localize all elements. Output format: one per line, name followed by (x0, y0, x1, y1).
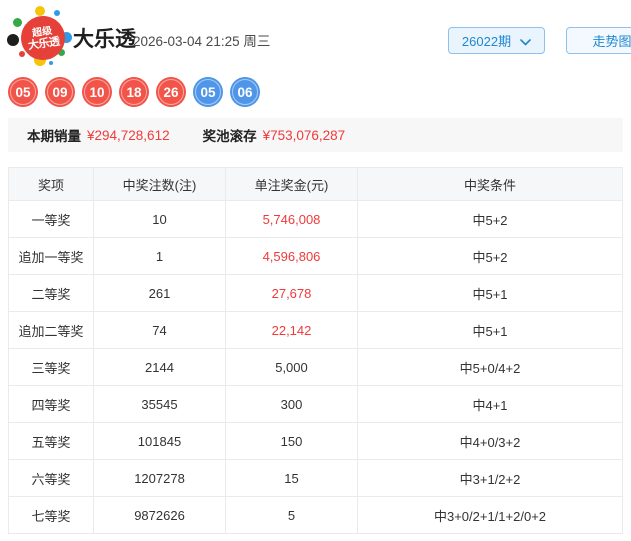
prize-name-cell: 一等奖 (8, 200, 94, 238)
prize-name-cell: 追加一等奖 (8, 237, 94, 275)
prize-amount-cell: 22,142 (225, 311, 358, 349)
lottery-result-page: 超级 大乐透 大乐透 2026-03-04 21:25 周三 26022期 走势… (0, 0, 631, 541)
prize-name-cell: 六等奖 (8, 459, 94, 497)
prize-count-cell: 10 (93, 200, 226, 238)
lottery-ball: 05 (193, 77, 223, 107)
prize-count-cell: 74 (93, 311, 226, 349)
logo-dot (49, 61, 53, 65)
prize-count-cell: 101845 (93, 422, 226, 460)
prize-name-cell: 追加二等奖 (8, 311, 94, 349)
prize-amount-cell: 5,000 (225, 348, 358, 386)
sales-value: ¥294,728,612 (87, 127, 170, 143)
prize-condition-cell: 中3+1/2+2 (357, 459, 623, 497)
prize-table: 奖项 中奖注数(注) 单注奖金(元) 中奖条件 一等奖 10 5,746,008… (8, 167, 623, 534)
logo-dot (35, 6, 45, 16)
prize-table-row: 六等奖 1207278 15 中3+1/2+2 (8, 459, 623, 497)
prize-count-cell: 1 (93, 237, 226, 275)
prize-amount-cell: 5,746,008 (225, 200, 358, 238)
sales-label: 本期销量 (27, 129, 81, 144)
prize-count-cell: 1207278 (93, 459, 226, 497)
logo-dot (19, 51, 25, 57)
prize-amount-cell: 150 (225, 422, 358, 460)
prize-table-row: 四等奖 35545 300 中4+1 (8, 385, 623, 423)
prize-name-cell: 七等奖 (8, 496, 94, 534)
chevron-down-icon (520, 34, 531, 49)
pool-label: 奖池滚存 (202, 129, 257, 144)
logo-dot (54, 10, 60, 16)
prize-condition-cell: 中5+2 (357, 237, 623, 275)
prize-table-body: 一等奖 10 5,746,008 中5+2 追加一等奖 1 4,596,806 … (8, 200, 623, 534)
prize-condition-cell: 中3+0/2+1/1+2/0+2 (357, 496, 623, 534)
draw-datetime: 2026-03-04 21:25 周三 (133, 34, 271, 49)
prize-amount-cell: 15 (225, 459, 358, 497)
prize-table-row: 追加二等奖 74 22,142 中5+1 (8, 311, 623, 349)
summary-bar: 本期销量 ¥294,728,612 奖池滚存 ¥753,076,287 (8, 118, 623, 152)
prize-table-row: 七等奖 9872626 5 中3+0/2+1/1+2/0+2 (8, 496, 623, 534)
prize-condition-cell: 中5+0/4+2 (357, 348, 623, 386)
prize-count-cell: 261 (93, 274, 226, 312)
lottery-ball: 26 (156, 77, 186, 107)
prize-condition-cell: 中5+1 (357, 311, 623, 349)
prize-amount-cell: 4,596,806 (225, 237, 358, 275)
lottery-ball: 09 (45, 77, 75, 107)
prize-condition-cell: 中4+0/3+2 (357, 422, 623, 460)
pool-value: ¥753,076,287 (262, 127, 346, 143)
super-lotto-logo: 超级 大乐透 (7, 5, 72, 66)
prize-name-cell: 二等奖 (8, 274, 94, 312)
col-header-condition: 中奖条件 (357, 167, 623, 201)
logo-dot (13, 18, 22, 27)
prize-amount-cell: 300 (225, 385, 358, 423)
logo-dot (7, 34, 19, 46)
col-header-prize: 奖项 (8, 167, 94, 201)
prize-condition-cell: 中5+1 (357, 274, 623, 312)
prize-amount-cell: 27,678 (225, 274, 358, 312)
issue-dropdown-label: 26022期 (461, 34, 512, 49)
prize-count-cell: 2144 (93, 348, 226, 386)
drawn-numbers: 05 09 10 18 26 05 06 (8, 77, 260, 107)
prize-condition-cell: 中4+1 (357, 385, 623, 423)
prize-table-row: 五等奖 101845 150 中4+0/3+2 (8, 422, 623, 460)
lottery-ball: 06 (230, 77, 260, 107)
prize-table-row: 三等奖 2144 5,000 中5+0/4+2 (8, 348, 623, 386)
prize-name-cell: 四等奖 (8, 385, 94, 423)
prize-name-cell: 三等奖 (8, 348, 94, 386)
prize-table-header-row: 奖项 中奖注数(注) 单注奖金(元) 中奖条件 (8, 167, 623, 201)
col-header-amount: 单注奖金(元) (225, 167, 358, 201)
prize-table-row: 二等奖 261 27,678 中5+1 (8, 274, 623, 312)
trend-chart-button[interactable]: 走势图 (566, 27, 631, 54)
page-title: 大乐透 (73, 28, 136, 51)
issue-dropdown[interactable]: 26022期 (448, 27, 545, 54)
lottery-ball: 18 (119, 77, 149, 107)
lottery-ball: 05 (8, 77, 38, 107)
prize-table-row: 一等奖 10 5,746,008 中5+2 (8, 200, 623, 238)
prize-count-cell: 9872626 (93, 496, 226, 534)
prize-table-row: 追加一等奖 1 4,596,806 中5+2 (8, 237, 623, 275)
prize-count-cell: 35545 (93, 385, 226, 423)
prize-amount-cell: 5 (225, 496, 358, 534)
lottery-ball: 10 (82, 77, 112, 107)
col-header-count: 中奖注数(注) (93, 167, 226, 201)
prize-condition-cell: 中5+2 (357, 200, 623, 238)
prize-name-cell: 五等奖 (8, 422, 94, 460)
